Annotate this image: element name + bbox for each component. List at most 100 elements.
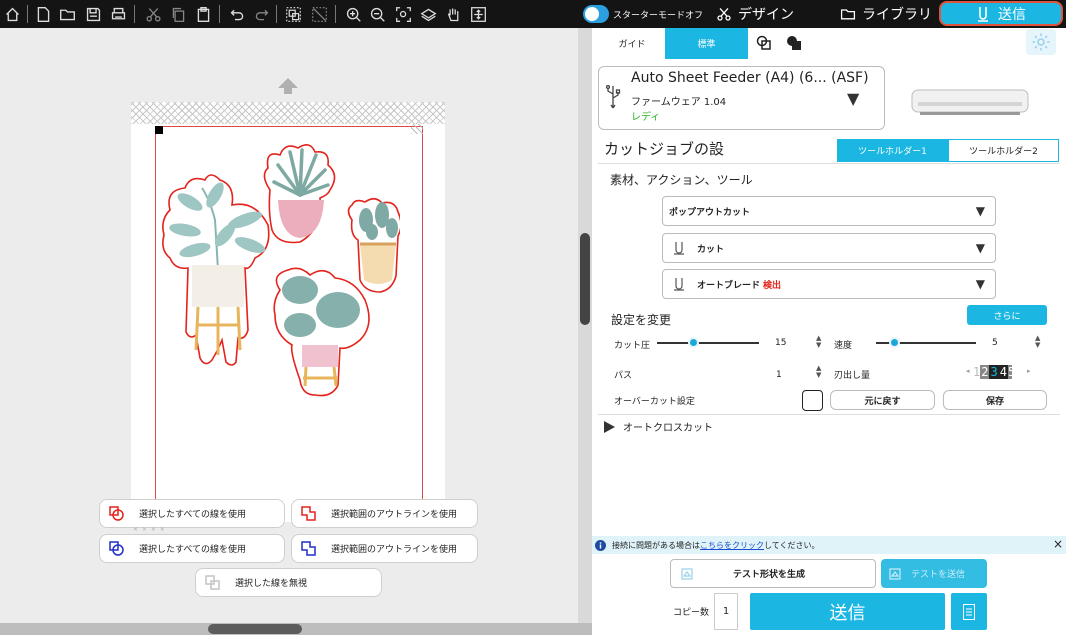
cut-pressure-slider[interactable] <box>657 342 759 344</box>
firmware-version: ファームウェア 1.04 <box>631 97 727 108</box>
triangle-right-icon <box>604 420 615 433</box>
chevron-down-icon: ▼ <box>975 241 985 255</box>
info-click-here-link[interactable]: こちらをクリック <box>700 540 764 551</box>
canvas-vertical-scrollbar[interactable] <box>578 28 592 623</box>
zoom-fit-icon[interactable] <box>394 5 412 23</box>
group-icon[interactable] <box>284 5 302 23</box>
tool-detect-label: 検出 <box>763 280 782 291</box>
print-icon[interactable] <box>109 5 127 23</box>
zoom-in-icon[interactable] <box>344 5 362 23</box>
list-icon <box>963 603 975 620</box>
send-options-button[interactable] <box>951 593 987 630</box>
ungroup-icon[interactable] <box>310 5 328 23</box>
info-icon <box>595 539 606 551</box>
new-file-icon[interactable] <box>34 5 52 23</box>
speed-knob[interactable] <box>889 337 900 348</box>
settings-gear-icon[interactable] <box>1026 29 1056 55</box>
speed-value: 5 <box>992 338 998 348</box>
blue-use-all-lines-button[interactable]: 選択したすべての線を使用 <box>99 534 285 563</box>
red-all-lines-icon <box>109 506 124 521</box>
save-icon[interactable] <box>84 5 102 23</box>
cutter-blade-icon <box>978 6 988 22</box>
tool-select[interactable]: オートブレード 検出 ▼ <box>662 269 996 299</box>
copy-icon[interactable] <box>169 5 187 23</box>
plant-stickers[interactable] <box>160 140 400 400</box>
device-dropdown-arrow-icon[interactable]: ▼ <box>847 89 859 108</box>
open-folder-icon[interactable] <box>58 5 76 23</box>
tool-holder-1-tab[interactable]: ツールホルダー1 <box>837 139 948 162</box>
tool-holder-2-tab[interactable]: ツールホルダー2 <box>948 139 1059 162</box>
auto-cross-cut-label: オートクロスカット <box>623 423 713 434</box>
chevron-down-icon: ▼ <box>975 204 985 218</box>
canvas-vertical-scroll-thumb[interactable] <box>580 233 590 325</box>
reset-button[interactable]: 元に戻す <box>830 390 935 410</box>
info-close-icon[interactable]: × <box>1053 537 1063 551</box>
auto-cross-cut-toggle[interactable]: オートクロスカット <box>603 419 713 434</box>
usb-icon <box>605 84 621 110</box>
connection-info-bar: 接続に問題がある場合は こちらをクリック してください。 <box>592 536 1066 554</box>
blue-use-outline-button[interactable]: 選択範囲のアウトラインを使用 <box>291 534 478 563</box>
shapes-outline-icon[interactable] <box>756 35 772 51</box>
mat-margin <box>131 102 445 124</box>
blade-depth-right-arrow-icon[interactable]: ▸ <box>1027 367 1031 375</box>
sticker-tall-plant <box>162 174 270 366</box>
tab-standard[interactable]: 標準 <box>665 28 748 59</box>
generate-test-shape-label: テスト形状を生成 <box>733 570 806 580</box>
redo-icon[interactable] <box>252 5 270 23</box>
feed-up-arrow-icon[interactable] <box>277 76 299 96</box>
cut-pressure-knob[interactable] <box>688 337 699 348</box>
overcut-checkbox[interactable] <box>802 390 823 411</box>
starter-mode-label: スターターモードオフ <box>613 11 704 21</box>
send-test-button[interactable]: テストを送信 <box>881 559 987 588</box>
tab-guide[interactable]: ガイド <box>604 28 660 59</box>
red-outline-icon <box>301 506 316 521</box>
cut-icon[interactable] <box>144 5 162 23</box>
cut-job-title: カットジョブの設 <box>604 140 725 158</box>
home-icon[interactable] <box>3 5 21 23</box>
divider <box>598 414 1060 415</box>
action-select-value: カット <box>697 244 725 255</box>
save-settings-button[interactable]: 保存 <box>943 390 1047 410</box>
undo-icon[interactable] <box>228 5 246 23</box>
blade-depth-label: 刃出し量 <box>834 371 871 381</box>
starter-mode-toggle[interactable] <box>583 5 609 23</box>
shapes-filled-icon[interactable] <box>786 35 802 51</box>
tab-send[interactable]: 送信 <box>939 1 1063 26</box>
passes-spinner[interactable]: ▲ ▼ <box>816 365 821 379</box>
paste-icon[interactable] <box>194 5 212 23</box>
folder-icon <box>840 9 856 20</box>
blade-icon <box>674 242 684 255</box>
blue-use-outline-label: 選択範囲のアウトラインを使用 <box>331 545 458 555</box>
fit-to-page-icon[interactable] <box>469 5 487 23</box>
scissors-icon <box>717 7 731 21</box>
speed-label: 速度 <box>834 341 853 351</box>
zoom-out-icon[interactable] <box>368 5 386 23</box>
generate-test-shape-button[interactable]: テスト形状を生成 <box>670 559 876 588</box>
red-use-outline-label: 選択範囲のアウトラインを使用 <box>331 510 458 520</box>
tab-send-label: 送信 <box>998 6 1026 23</box>
tab-design[interactable]: デザイン <box>716 3 826 25</box>
send-button[interactable]: 送信 <box>750 593 945 630</box>
move-to-mat-icon[interactable] <box>419 5 437 23</box>
chevron-down-icon: ▼ <box>975 277 985 291</box>
tab-design-label: デザイン <box>738 7 794 23</box>
test-shape-icon <box>889 567 901 580</box>
red-use-all-lines-button[interactable]: 選択したすべての線を使用 <box>99 499 285 528</box>
ignore-lines-button[interactable]: 選択した線を無視 <box>195 568 382 597</box>
tab-library[interactable]: ライブラリ <box>840 3 950 25</box>
blade-depth-dial[interactable]: 1 2 3 4 5 <box>973 363 1023 380</box>
copies-input[interactable]: 1 <box>714 593 738 630</box>
blue-use-all-lines-label: 選択したすべての線を使用 <box>139 545 247 555</box>
sticker-monstera <box>273 267 370 397</box>
red-use-outline-button[interactable]: 選択範囲のアウトラインを使用 <box>291 499 478 528</box>
more-settings-button[interactable]: さらに <box>967 305 1047 325</box>
blade-depth-left-arrow-icon[interactable]: ◂ <box>966 367 970 375</box>
action-select[interactable]: カット ▼ <box>662 233 996 263</box>
blue-outline-icon <box>301 541 316 556</box>
speed-spinner[interactable]: ▲ ▼ <box>1035 335 1040 349</box>
passes-label: パス <box>614 371 633 381</box>
cut-pressure-spinner[interactable]: ▲ ▼ <box>816 335 821 349</box>
canvas-horizontal-scroll-thumb[interactable] <box>208 624 302 634</box>
pan-hand-icon[interactable] <box>444 5 462 23</box>
material-select[interactable]: ポップアウトカット ▼ <box>662 196 996 226</box>
